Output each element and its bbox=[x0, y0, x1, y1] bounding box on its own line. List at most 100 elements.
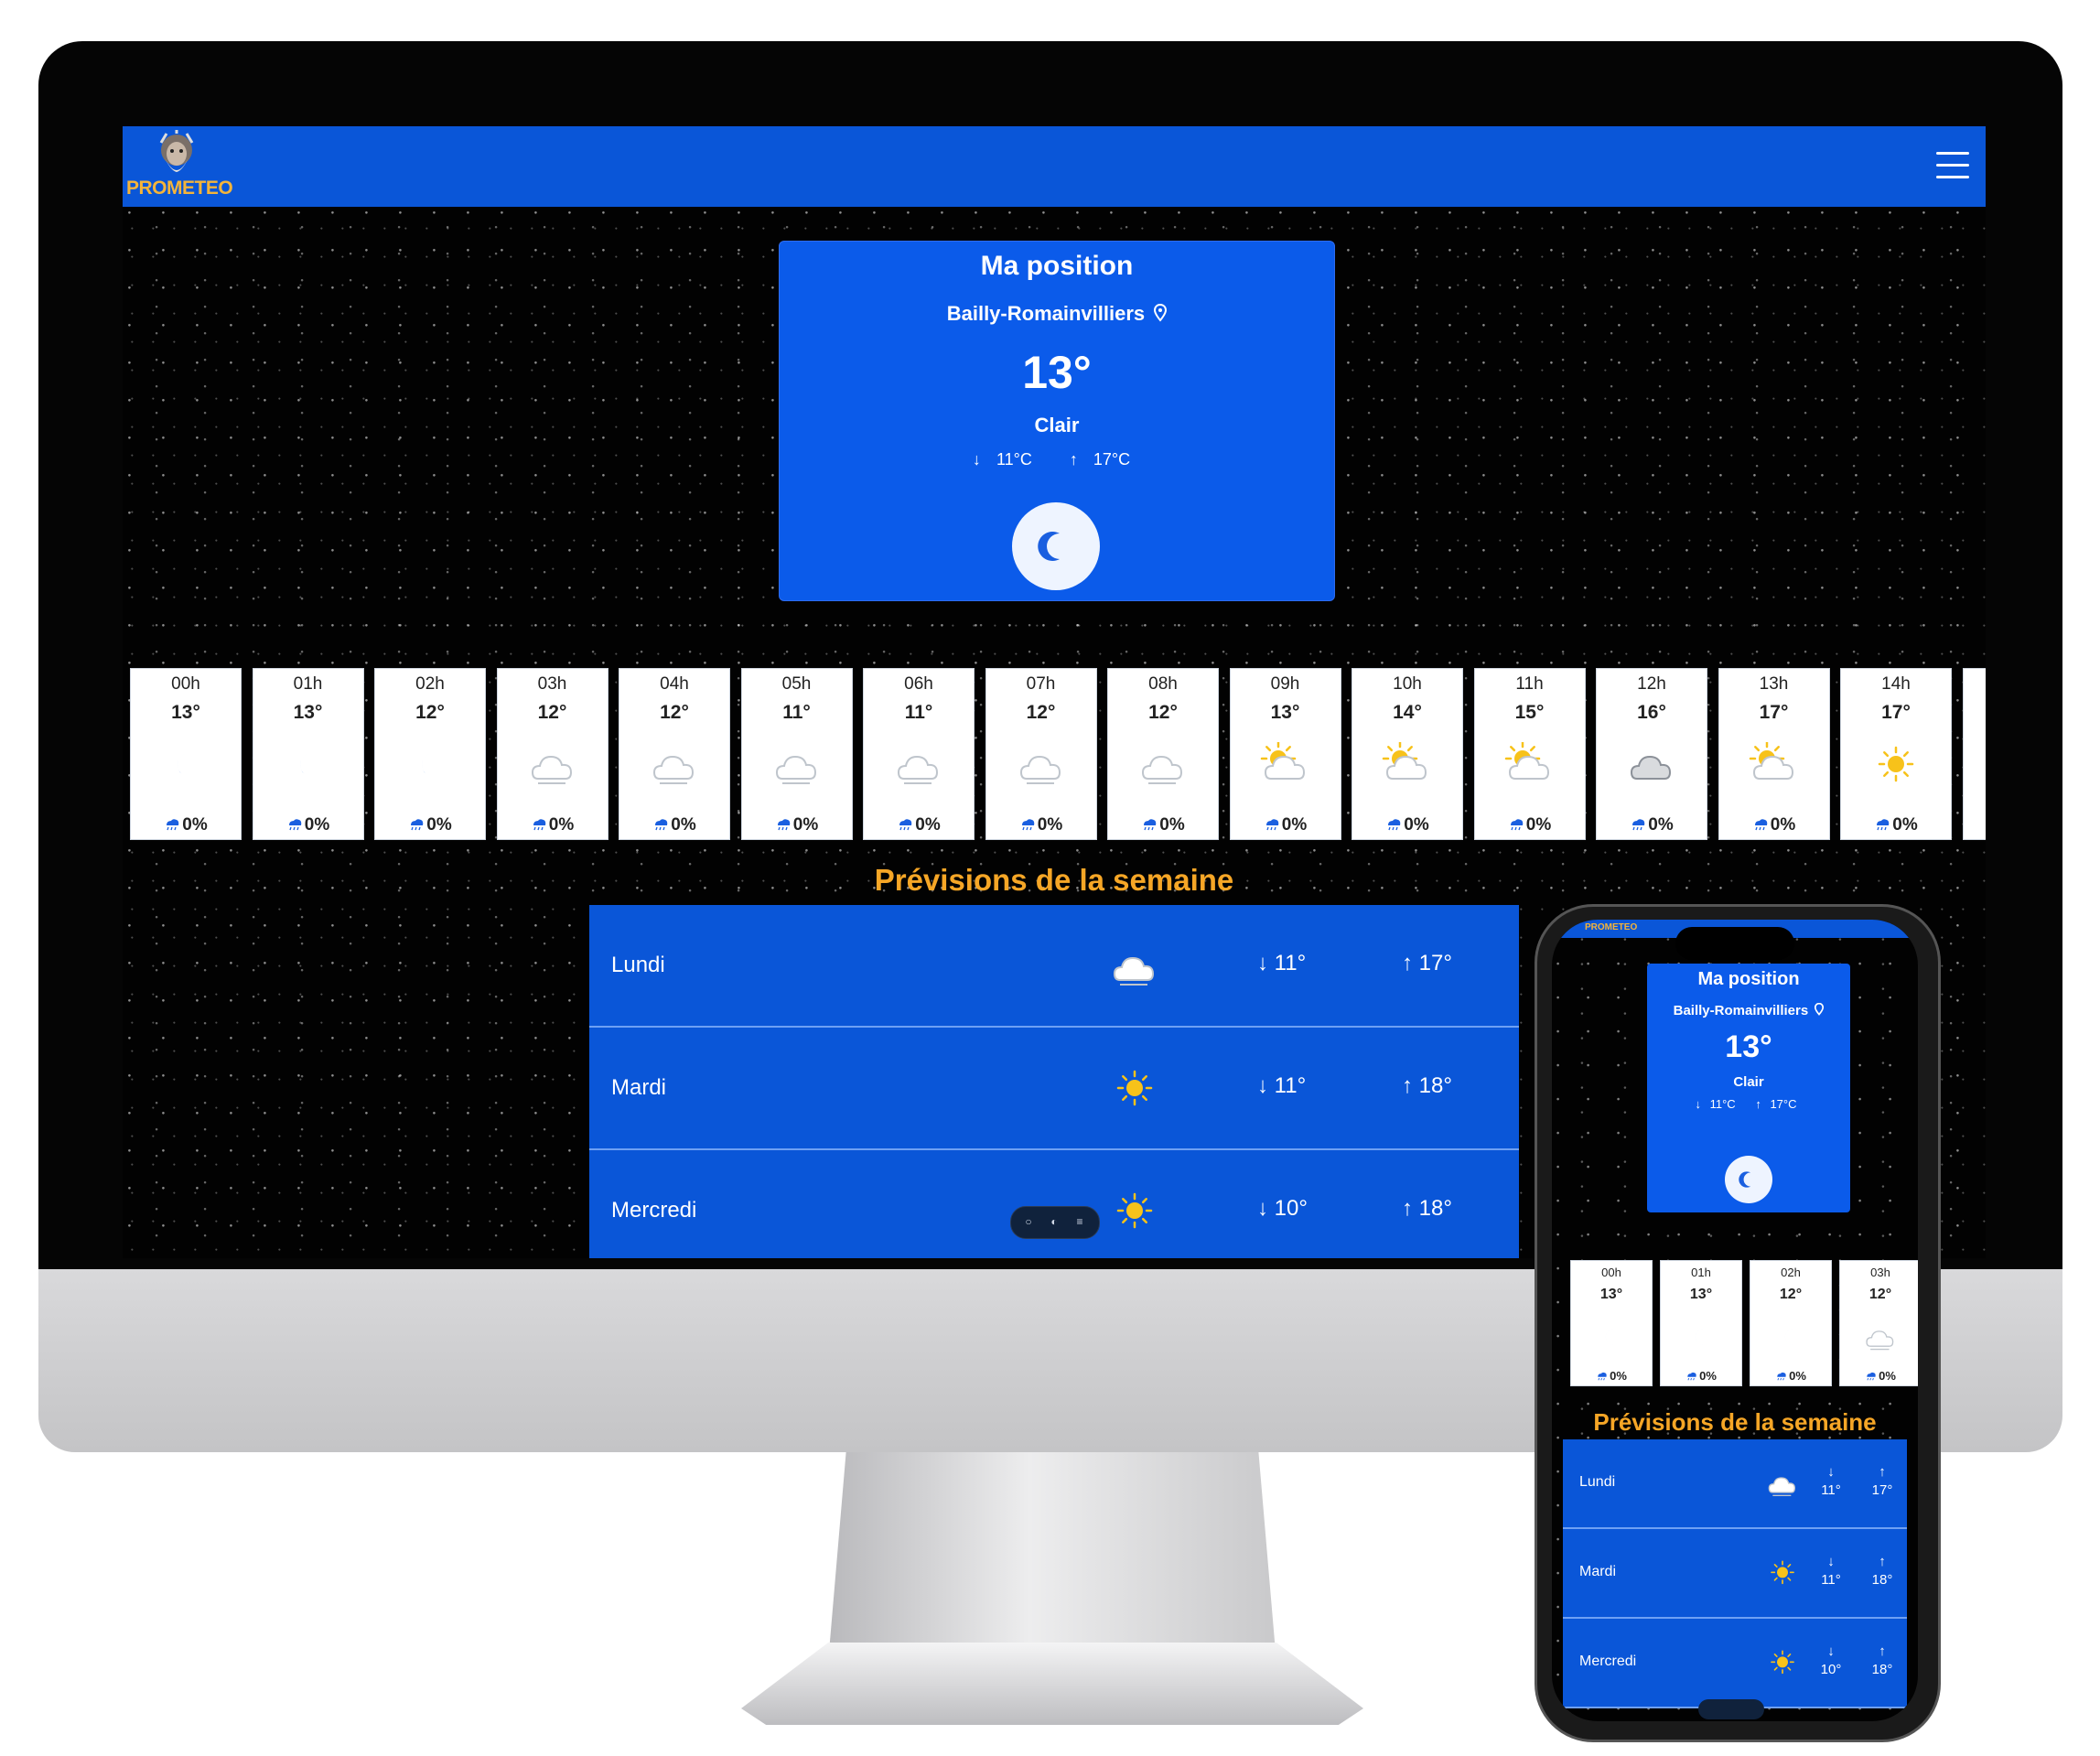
hour-time: 06h bbox=[904, 674, 933, 694]
hour-time: 03h bbox=[537, 674, 567, 694]
rain-chance: 0% bbox=[1571, 1369, 1652, 1383]
logo[interactable]: PROMETEO bbox=[126, 128, 236, 205]
phone-hourly-forecast[interactable]: 00h 13° 0% 01h 13° 0% 02h 12° 0% 03h 12° 0% bbox=[1570, 1260, 1918, 1386]
day-name: Mercredi bbox=[1579, 1654, 1637, 1669]
phone-frame: PROMETEO Ma position Bailly-Romainvillie… bbox=[1535, 904, 1941, 1742]
phone-week-title: Prévisions de la semaine bbox=[1593, 1408, 1877, 1436]
floating-toolbar[interactable]: ○ ◐ ≡ bbox=[1010, 1206, 1100, 1239]
day-max-temp: ↑ 17° bbox=[1871, 1464, 1893, 1498]
sun-icon bbox=[1764, 1557, 1801, 1589]
imac-stand bbox=[828, 1452, 1276, 1663]
rain-chance: 0% bbox=[1352, 815, 1462, 835]
moon-icon bbox=[1012, 502, 1100, 590]
hour-card: 13h 17° 0% bbox=[1718, 668, 1830, 840]
phone-notch bbox=[1675, 927, 1794, 960]
week-row[interactable]: Lundi ↓ 11° ↑ 17° bbox=[589, 905, 1519, 1028]
cloud-icon bbox=[891, 742, 946, 788]
phone-card-title: Ma position bbox=[1697, 969, 1800, 989]
week-row[interactable]: Mardi ↓ 11° ↑ 18° bbox=[589, 1028, 1519, 1150]
phone-current-temperature: 13° bbox=[1725, 1029, 1772, 1064]
hour-temperature: 13° bbox=[1599, 1287, 1623, 1302]
hour-time: 14h bbox=[1881, 674, 1911, 694]
phone-screen: PROMETEO Ma position Bailly-Romainvillie… bbox=[1552, 920, 1918, 1721]
day-min-temp: ↓ 11° bbox=[1257, 951, 1307, 975]
list-icon[interactable]: ≡ bbox=[1073, 1215, 1086, 1228]
week-row[interactable]: Mercredi ↓ 10° ↑ 18° bbox=[589, 1150, 1519, 1258]
rain-chance: 0% bbox=[1661, 1369, 1741, 1383]
rain-chance: 0% bbox=[1231, 815, 1341, 835]
rain-chance: 0% bbox=[1841, 815, 1951, 835]
day-name: Mardi bbox=[611, 1075, 667, 1100]
hour-temperature: 17° bbox=[1759, 702, 1789, 723]
hour-time: 01h bbox=[293, 674, 323, 694]
hour-card: 03h 12° 0% bbox=[1839, 1260, 1918, 1386]
hour-temperature: 15° bbox=[1514, 702, 1545, 723]
phone-current-card: Ma position Bailly-Romainvilliers 13° Cl… bbox=[1647, 964, 1850, 1212]
rain-chance: 0% bbox=[742, 815, 852, 835]
phone-week-row[interactable]: Mercredi ↓ 10° ↑ 18° bbox=[1563, 1619, 1907, 1708]
day-name: Mercredi bbox=[611, 1198, 697, 1223]
hour-card: 00h 13° 0% bbox=[130, 668, 242, 840]
hour-temperature: 12° bbox=[1026, 702, 1056, 723]
hour-time: 02h bbox=[415, 674, 445, 694]
toggle-icon[interactable]: ◐ bbox=[1048, 1215, 1061, 1228]
rain-chance: 0% bbox=[1108, 815, 1218, 835]
cloud-icon bbox=[1014, 742, 1069, 788]
hour-temperature: 12° bbox=[1779, 1287, 1803, 1302]
moon-icon bbox=[281, 742, 336, 788]
hour-time: 01h bbox=[1691, 1266, 1711, 1279]
hour-temperature: 11° bbox=[904, 702, 933, 723]
hour-card: 12h 16° 0% bbox=[1596, 668, 1707, 840]
hourly-forecast[interactable]: 00h 13° 0% 01h 13° 0% 02h 12° 0% 03h 12° 0% 04h 12° 0%… bbox=[130, 668, 1986, 840]
hour-card: 03h 12° 0% bbox=[496, 668, 608, 840]
location-pin-icon bbox=[1154, 303, 1168, 322]
phone-week-row[interactable]: Lundi ↓ 11° ↑ 17° bbox=[1563, 1439, 1907, 1529]
hour-time: 00h bbox=[171, 674, 200, 694]
phone-city-name: Bailly-Romainvilliers bbox=[1647, 1002, 1850, 1018]
menu-icon[interactable] bbox=[1936, 146, 1969, 183]
rain-chance: 0% bbox=[986, 815, 1096, 835]
day-name: Mardi bbox=[1579, 1564, 1617, 1579]
phone-floating-toolbar[interactable] bbox=[1698, 1699, 1764, 1719]
day-min-temp: ↓ 11° bbox=[1821, 1554, 1841, 1588]
hour-temperature: 12° bbox=[415, 702, 445, 723]
phone-weekly-forecast: Lundi ↓ 11° ↑ 17° Mardi ↓ 11° ↑ 18° Mercredi ↓ 10° ↑ 1… bbox=[1563, 1439, 1907, 1708]
hour-time: 09h bbox=[1270, 674, 1300, 694]
min-max: ↓ 11°C ↑ 17°C bbox=[780, 450, 1334, 469]
chat-icon[interactable]: ○ bbox=[1022, 1215, 1035, 1228]
hour-card: 08h 12° 0% bbox=[1107, 668, 1219, 840]
rain-chance: 0% bbox=[1840, 1369, 1918, 1383]
overcast-icon bbox=[1624, 742, 1679, 788]
partly-sunny-icon bbox=[1747, 740, 1802, 788]
day-min-temp: ↓ 10° bbox=[1257, 1196, 1308, 1221]
sun-icon bbox=[1107, 1187, 1162, 1236]
moon-icon bbox=[1681, 1321, 1721, 1352]
cloud-icon bbox=[1136, 742, 1190, 788]
hour-temperature: 13° bbox=[293, 702, 323, 723]
hour-temperature: 16° bbox=[1637, 702, 1666, 723]
hour-card: 10h 14° 0% bbox=[1352, 668, 1463, 840]
cloud-icon bbox=[525, 742, 580, 788]
partly-sunny-icon bbox=[1502, 740, 1557, 788]
day-max-temp: ↑ 17° bbox=[1402, 951, 1452, 975]
sun-icon bbox=[1868, 742, 1923, 788]
hour-time: 03h bbox=[1870, 1266, 1890, 1279]
phone-max-temp: ↑ 17°C bbox=[1755, 1097, 1797, 1111]
rain-chance: 0% bbox=[864, 815, 974, 835]
day-min-temp: ↓ 11° bbox=[1821, 1464, 1841, 1498]
hour-time: 12h bbox=[1637, 674, 1666, 694]
rain-chance: 0% bbox=[131, 815, 241, 835]
current-condition: Clair bbox=[1034, 414, 1080, 436]
card-title: Ma position bbox=[980, 251, 1134, 281]
day-name: Lundi bbox=[611, 953, 665, 977]
hour-temperature: 12° bbox=[1868, 1287, 1892, 1302]
hour-card: 06h 11° 0% bbox=[863, 668, 975, 840]
hour-time: 00h bbox=[1601, 1266, 1621, 1279]
phone-week-row[interactable]: Mardi ↓ 11° ↑ 18° bbox=[1563, 1529, 1907, 1619]
hour-temperature: 12° bbox=[660, 702, 689, 723]
imac-foot bbox=[741, 1643, 1363, 1725]
hour-temperature: 13° bbox=[1270, 702, 1300, 723]
hour-card: 02h 12° 0% bbox=[374, 668, 486, 840]
hour-card-partial bbox=[1962, 668, 1986, 840]
min-temp: ↓ 11°C bbox=[972, 450, 1032, 469]
